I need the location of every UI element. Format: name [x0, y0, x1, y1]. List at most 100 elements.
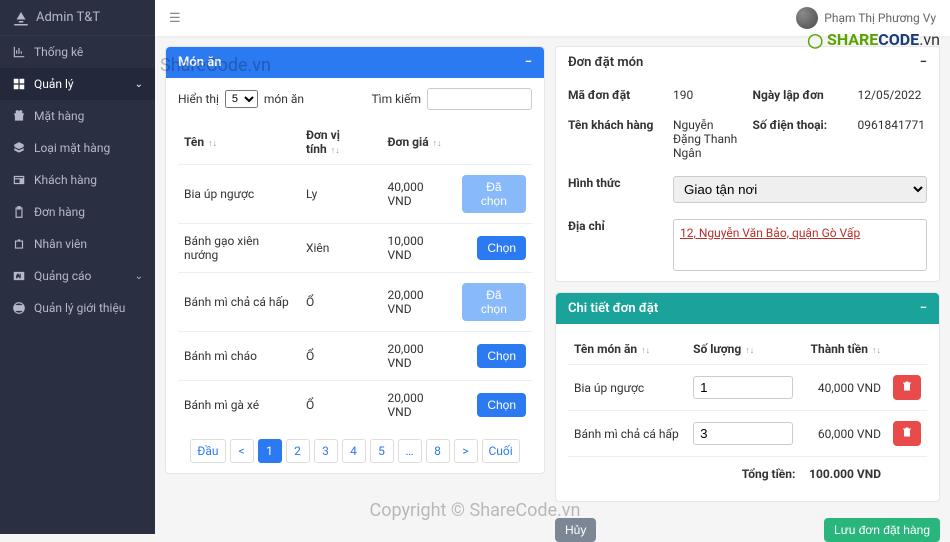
- sidebar-item-label: Đơn hàng: [34, 205, 85, 219]
- pager-page[interactable]: 5: [370, 439, 394, 463]
- select-button[interactable]: Chọn: [477, 344, 526, 368]
- col-name[interactable]: Tên↑↓: [178, 120, 300, 165]
- sidebar-item-2[interactable]: Mặt hàng: [0, 100, 155, 132]
- user-menu[interactable]: Phạm Thị Phương Vy: [796, 7, 936, 29]
- sidebar-item-7[interactable]: Quảng cáo⌄: [0, 260, 155, 292]
- sidebar-item-label: Quảng cáo: [34, 269, 91, 283]
- sidebar-item-label: Khách hàng: [34, 173, 97, 187]
- qty-input[interactable]: [693, 376, 793, 399]
- select-button[interactable]: Đã chọn: [462, 283, 526, 321]
- sort-icon: ↑↓: [745, 346, 754, 356]
- sidebar-item-0[interactable]: Thống kê: [0, 36, 155, 68]
- food-panel: Món ăn − Hiển thị 5 món ăn Tìm kiếm Tên↑…: [165, 46, 545, 474]
- sidebar-item-label: Quản lý giới thiệu: [34, 301, 125, 315]
- food-panel-header: Món ăn −: [166, 47, 544, 78]
- sort-icon: ↑↓: [208, 139, 217, 149]
- pager-page[interactable]: 2: [286, 439, 310, 463]
- pager-page[interactable]: 4: [342, 439, 366, 463]
- cancel-button[interactable]: Hủy: [555, 518, 596, 542]
- delete-button[interactable]: [893, 375, 921, 400]
- order-date-value: 12/05/2022: [858, 88, 928, 102]
- show-label-post: món ăn: [264, 92, 304, 106]
- method-label: Hình thức: [568, 176, 663, 203]
- cell-unit: Ổ: [300, 332, 382, 381]
- page-size-select[interactable]: 5: [225, 90, 258, 108]
- pager-prev[interactable]: <: [230, 439, 254, 463]
- pager-next[interactable]: >: [454, 439, 478, 463]
- trash-icon: [901, 380, 913, 392]
- order-panel: Đơn đặt món − Mã đơn đặt 190 Ngày lập đơ…: [555, 46, 940, 282]
- table-row: Bia úp ngược40,000 VND: [568, 365, 927, 411]
- pager-page[interactable]: 3: [314, 439, 338, 463]
- detail-panel-header: Chi tiết đơn đặt −: [556, 293, 939, 324]
- search-input[interactable]: [427, 88, 532, 110]
- sidebar-item-1[interactable]: Quản lý⌄: [0, 68, 155, 100]
- save-button[interactable]: Lưu đơn đặt hàng: [824, 518, 940, 542]
- sidebar-item-8[interactable]: Quản lý giới thiệu: [0, 292, 155, 324]
- globe-icon: [12, 301, 26, 315]
- select-button[interactable]: Chọn: [477, 236, 526, 260]
- sort-icon: ↑↓: [331, 146, 340, 156]
- table-row: Bia úp ngượcLy40,000 VNDĐã chọn: [178, 165, 532, 224]
- col-price[interactable]: Đơn giá↑↓: [382, 120, 456, 165]
- collapse-icon[interactable]: −: [920, 55, 927, 70]
- sort-icon: ↑↓: [872, 346, 881, 356]
- phone-label: Số điện thoại:: [753, 118, 848, 160]
- total-label: Tổng tiền:: [568, 457, 801, 492]
- sort-icon: ↑↓: [641, 346, 650, 356]
- table-row: Bánh mì chả cá hấp60,000 VND: [568, 411, 927, 457]
- col-unit[interactable]: Đơn vị tính↑↓: [300, 120, 382, 165]
- method-select[interactable]: Giao tận nơi: [673, 176, 927, 203]
- chart-icon: [12, 45, 26, 59]
- cell-item: Bia úp ngược: [568, 365, 687, 411]
- cell-unit: Ổ: [300, 273, 382, 332]
- table-row: Bánh mì gà xéỔ20,000 VNDChọn: [178, 381, 532, 430]
- sidebar-item-5[interactable]: Đơn hàng: [0, 196, 155, 228]
- select-button[interactable]: Đã chọn: [462, 175, 526, 213]
- sidebar-item-label: Thống kê: [34, 45, 83, 59]
- brand[interactable]: Admin T&T: [0, 0, 155, 36]
- order-panel-header: Đơn đặt món −: [556, 47, 939, 78]
- pager-page[interactable]: 8: [426, 439, 450, 463]
- cell-unit: Ly: [300, 165, 382, 224]
- cell-unit: Ổ: [300, 381, 382, 430]
- table-row: Bánh mì chả cá hấpỔ20,000 VNDĐã chọn: [178, 273, 532, 332]
- pager-page[interactable]: 1: [258, 439, 282, 463]
- sidebar-item-6[interactable]: Nhân viên: [0, 228, 155, 260]
- menu-toggle-icon[interactable]: ☰: [169, 11, 181, 26]
- collapse-icon[interactable]: −: [920, 301, 927, 316]
- col-amount[interactable]: Thành tiền↑↓: [801, 334, 887, 365]
- delete-button[interactable]: [893, 421, 921, 446]
- user-name: Phạm Thị Phương Vy: [824, 11, 936, 25]
- detail-panel-title: Chi tiết đơn đặt: [568, 301, 658, 316]
- sidebar-item-4[interactable]: Khách hàng: [0, 164, 155, 196]
- trash-icon: [901, 426, 913, 438]
- pager-first[interactable]: Đầu: [190, 439, 225, 463]
- cell-name: Bánh gạo xiên nướng: [178, 224, 300, 273]
- col-qty[interactable]: Số lượng↑↓: [687, 334, 801, 365]
- cell-price: 20,000 VND: [382, 273, 456, 332]
- chevron-down-icon: ⌄: [135, 79, 143, 90]
- total-value: 100.000 VND: [801, 457, 887, 492]
- col-item-name[interactable]: Tên món ăn↑↓: [568, 334, 687, 365]
- phone-value: 0961841771: [858, 118, 928, 160]
- cell-price: 10,000 VND: [382, 224, 456, 273]
- detail-panel: Chi tiết đơn đặt − Tên món ăn↑↓ Số lượng…: [555, 292, 940, 502]
- select-button[interactable]: Chọn: [477, 393, 526, 417]
- cubes-icon: [12, 141, 26, 155]
- avatar: [796, 7, 818, 29]
- cell-price: 20,000 VND: [382, 381, 456, 430]
- collapse-icon[interactable]: −: [525, 55, 532, 70]
- qty-input[interactable]: [693, 422, 793, 445]
- addr-input[interactable]: 12, Nguyễn Văn Bảo, quận Gò Vấp: [673, 219, 927, 271]
- briefcase-icon: [12, 237, 26, 251]
- sidebar-item-label: Loại mặt hàng: [34, 141, 110, 155]
- sidebar-item-label: Nhân viên: [34, 237, 87, 251]
- pager-ellipsis[interactable]: …: [398, 439, 422, 463]
- food-panel-title: Món ăn: [178, 55, 221, 70]
- cell-name: Bánh mì chả cá hấp: [178, 273, 300, 332]
- cell-unit: Xiên: [300, 224, 382, 273]
- sidebar-item-3[interactable]: Loại mặt hàng: [0, 132, 155, 164]
- pager-last[interactable]: Cuối: [482, 439, 520, 463]
- table-row: Bánh gạo xiên nướngXiên10,000 VND Chọn: [178, 224, 532, 273]
